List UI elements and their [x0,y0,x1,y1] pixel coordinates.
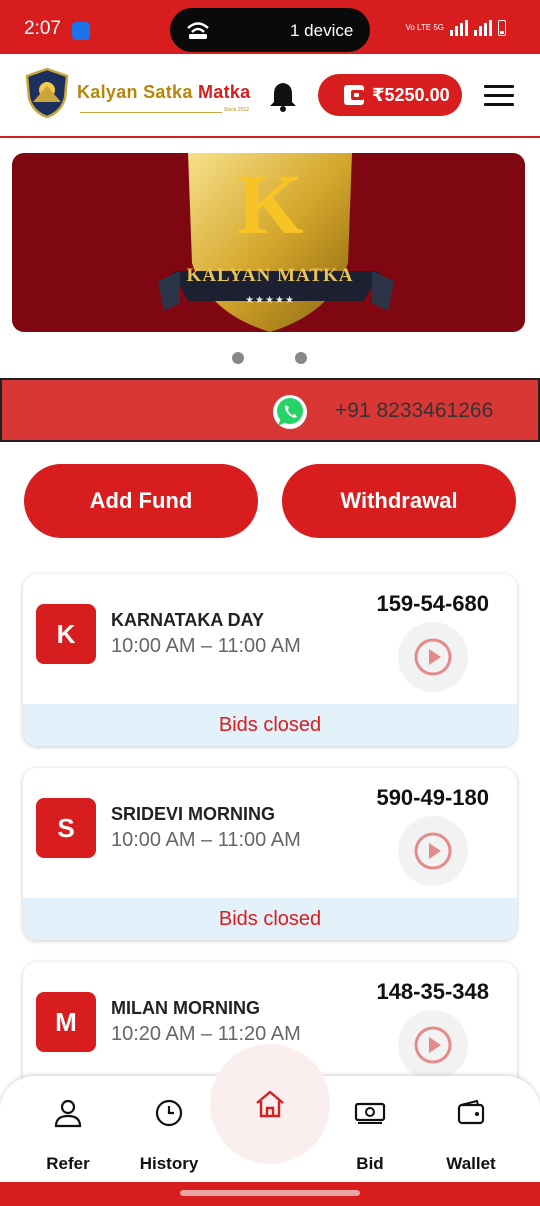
notification-app-icon [72,22,90,40]
banner-letter: K [236,156,304,252]
nav-wallet[interactable]: Wallet [421,1092,521,1176]
game-time: 10:00 AM – 11:00 AM [111,829,301,851]
brand-divider [80,112,222,113]
game-result: 148-35-348 [376,979,489,1004]
game-name: SRIDEVI MORNING [111,804,276,824]
whatsapp-icon [273,395,307,429]
wallet-balance-button[interactable]: ₹5250.00 [318,74,462,116]
status-time: 2:07 [24,18,61,39]
nav-bid[interactable]: Bid [320,1092,420,1176]
status-bar: 2:07 1 device Vo LTE 5G [0,0,540,54]
whatsapp-contact[interactable]: +91 8233461266 [0,378,540,442]
game-letter-badge: S [36,798,96,858]
game-name: MILAN MORNING [111,998,260,1018]
brand-since: Since 2012 [224,107,250,113]
play-icon [414,832,452,870]
withdrawal-button[interactable]: Withdrawal [282,464,516,538]
wallet-nav-icon [457,1099,485,1125]
banner-caption: KALYAN MATKA [186,265,354,286]
play-icon [414,1026,452,1064]
game-letter-badge: K [36,604,96,664]
nav-home[interactable] [210,1044,330,1164]
game-card[interactable]: K KARNATAKA DAY 10:00 AM – 11:00 AM 159-… [23,574,517,746]
wallet-icon [344,85,364,105]
game-time: 10:00 AM – 11:00 AM [111,635,301,657]
brand-name-part1: Kalyan Satka [77,82,198,102]
promo-banner[interactable]: K KALYAN MATKA ★★★★★ [12,153,525,332]
whatsapp-number: +91 8233461266 [335,399,494,422]
game-result: 159-54-680 [376,591,489,616]
play-icon [414,638,452,676]
clock-icon [155,1099,183,1127]
carousel-indicator [0,352,540,366]
wallet-amount: ₹5250.00 [372,85,450,105]
cash-icon [354,1102,386,1124]
play-button[interactable] [398,1010,468,1080]
game-letter-badge: M [36,992,96,1052]
wifi-hotspot-icon [187,22,209,39]
play-button[interactable] [398,816,468,886]
nav-refer-label: Refer [46,1154,90,1173]
add-fund-button[interactable]: Add Fund [24,464,258,538]
bell-icon[interactable] [268,80,298,112]
nav-history[interactable]: History [119,1092,219,1176]
game-result: 590-49-180 [376,785,489,810]
bid-status: Bids closed [23,704,517,746]
device-count: 1 device [290,21,354,40]
battery-icon [498,20,506,36]
game-card[interactable]: S SRIDEVI MORNING 10:00 AM – 11:00 AM 59… [23,768,517,940]
signal-icon [450,20,468,36]
carousel-dot[interactable] [295,352,307,364]
status-icons: Vo LTE 5G [405,20,506,36]
user-icon [54,1099,82,1128]
home-icon [256,1090,284,1118]
app-header: Kalyan Satka Matka Since 2012 ₹5250.00 [0,54,540,138]
nav-refer[interactable]: Refer [18,1092,118,1176]
play-button[interactable] [398,622,468,692]
device-pill[interactable]: 1 device [170,8,370,52]
logo-shield-icon [25,68,69,118]
bid-status: Bids closed [23,898,517,940]
app-screen: 2:07 1 device Vo LTE 5G Kalyan Satka Mat… [0,0,540,1206]
nav-bid-label: Bid [356,1154,384,1173]
network-text: Vo LTE 5G [405,23,444,32]
game-time: 10:20 AM – 11:20 AM [111,1023,301,1045]
carousel-dot[interactable] [232,352,244,364]
signal-icon-2 [474,20,492,36]
menu-icon[interactable] [484,85,514,107]
brand-name-part2: Matka [197,82,251,102]
banner-stars: ★★★★★ [245,295,295,306]
nav-history-label: History [139,1154,199,1173]
brand-name: Kalyan Satka Matka [77,82,251,103]
game-name: KARNATAKA DAY [111,610,264,630]
home-gesture-indicator[interactable] [180,1190,360,1196]
nav-wallet-label: Wallet [446,1154,496,1173]
